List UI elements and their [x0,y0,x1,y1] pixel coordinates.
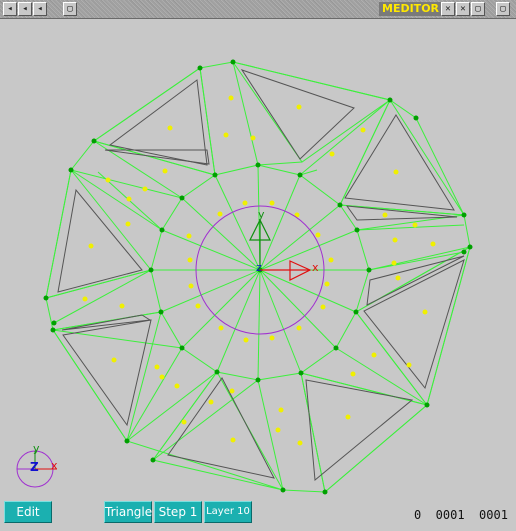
x-axis-label: x [312,261,319,274]
window-menu-button[interactable]: ◂ [3,2,17,16]
window-title: MEDITOR [379,2,443,16]
mesh-edges [45,61,471,493]
y-axis-label: y [258,208,265,221]
svg-text:Z: Z [30,460,39,474]
title-bar: ◂ ◂ ◂ ▢ MEDITOR ✕ ✕ ▢ ▢ [0,0,516,19]
mesh-canvas[interactable]: x y z x y Z [2,20,514,496]
orientation-gizmo: x y Z [16,442,58,488]
scroll-left-button-2[interactable]: ◂ [33,2,47,16]
status-readout: 0 0001 0001 [414,508,508,522]
hole-triangles [57,69,465,481]
svg-text:x: x [51,459,58,472]
window-iconify-button[interactable]: ▢ [63,2,77,16]
close-icon[interactable]: ✕ [441,2,455,16]
close-icon-2[interactable]: ✕ [456,2,470,16]
triangle-button[interactable]: Triangle [104,501,152,523]
layer-button[interactable]: Layer 10 [204,501,252,523]
svg-text:y: y [33,442,40,455]
scroll-left-button[interactable]: ◂ [18,2,32,16]
restore-button[interactable]: ▢ [496,2,510,16]
edit-button[interactable]: Edit [4,501,52,523]
mesh-vertices [43,59,473,495]
step-button[interactable]: Step 1 [154,501,202,523]
maximize-button[interactable]: ▢ [471,2,485,16]
z-axis-label: z [256,261,262,274]
